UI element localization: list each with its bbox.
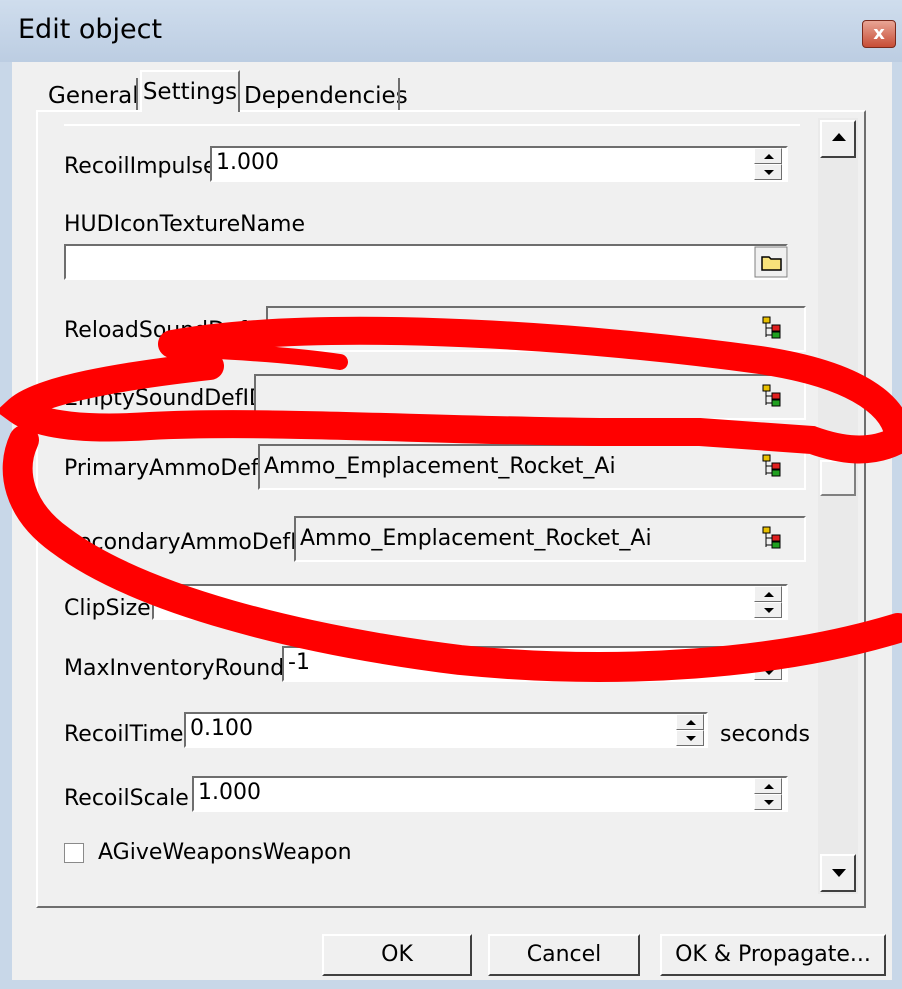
spin-down-button[interactable]	[754, 664, 782, 680]
tab-general[interactable]: General	[48, 78, 139, 112]
max-inventory-label: MaxInventoryRounds	[64, 656, 296, 681]
spin-down-button[interactable]	[754, 164, 782, 180]
tree-picker-icon	[762, 316, 781, 339]
browse-folder-button[interactable]	[754, 246, 788, 278]
scroll-down-button[interactable]	[820, 854, 856, 892]
recoil-time-unit: seconds	[720, 722, 810, 747]
arrow-down-icon	[764, 800, 774, 805]
secondary-ammo-label: SecondaryAmmoDefID	[64, 530, 314, 555]
secondary-ammo-picker[interactable]	[754, 522, 788, 554]
reload-sound-label: ReloadSoundDefID	[64, 318, 270, 343]
tab-divider	[136, 78, 138, 112]
window-title: Edit object	[18, 14, 163, 45]
clip-size-label: ClipSize	[64, 596, 151, 621]
primary-ammo-picker[interactable]	[754, 450, 788, 482]
spin-up-button[interactable]	[754, 148, 782, 164]
cancel-button[interactable]: Cancel	[488, 934, 640, 976]
primary-ammo-label: PrimaryAmmoDefID	[64, 456, 283, 481]
scrollbar-thumb[interactable]	[820, 460, 856, 496]
spin-down-button[interactable]	[676, 730, 704, 746]
vertical-scrollbar[interactable]	[818, 118, 858, 894]
spin-up-button[interactable]	[754, 778, 782, 794]
separator	[64, 124, 800, 126]
secondary-ammo-input[interactable]: Ammo_Emplacement_Rocket_Ai	[294, 516, 806, 562]
arrow-up-icon	[764, 654, 774, 659]
tab-divider	[398, 78, 400, 112]
arrow-up-icon	[764, 154, 774, 159]
recoil-time-input[interactable]: 0.100	[184, 712, 708, 748]
spin-up-button[interactable]	[676, 714, 704, 730]
clip-size-input[interactable]	[152, 584, 788, 620]
tree-picker-icon	[762, 454, 781, 477]
arrow-down-icon	[686, 736, 696, 741]
recoil-scale-label: RecoilScale	[64, 786, 189, 811]
edit-object-window: Edit object x General Settings Dependenc…	[0, 0, 902, 989]
recoil-scale-input[interactable]: 1.000	[192, 776, 788, 812]
spin-down-button[interactable]	[754, 794, 782, 810]
empty-sound-picker[interactable]	[754, 380, 788, 412]
arrow-down-icon	[764, 670, 774, 675]
recoil-time-spinner[interactable]	[676, 714, 704, 746]
hud-icon-input[interactable]	[64, 244, 788, 280]
tab-settings[interactable]: Settings	[140, 70, 240, 112]
arrow-down-icon	[764, 170, 774, 175]
reload-sound-picker[interactable]	[754, 312, 788, 344]
recoil-time-label: RecoilTime	[64, 722, 184, 747]
spin-down-button[interactable]	[754, 602, 782, 618]
folder-icon	[754, 246, 788, 278]
scroll-up-button[interactable]	[820, 120, 856, 158]
empty-sound-input[interactable]	[254, 374, 806, 420]
reload-sound-input[interactable]	[266, 306, 806, 352]
recoil-impulse-label: RecoilImpulse	[64, 154, 217, 179]
recoil-impulse-input[interactable]: 1.000	[210, 146, 788, 182]
recoil-impulse-spinner[interactable]	[754, 148, 782, 180]
tree-picker-icon	[762, 526, 781, 549]
tree-picker-icon	[762, 384, 781, 407]
title-bar[interactable]: Edit object x	[0, 0, 902, 62]
arrow-down-icon	[764, 608, 774, 613]
max-inventory-input[interactable]: -1	[282, 646, 788, 682]
ok-propagate-button[interactable]: OK & Propagate...	[660, 934, 886, 976]
hud-icon-label: HUDIconTextureName	[64, 212, 306, 237]
max-inventory-spinner[interactable]	[754, 648, 782, 680]
arrow-up-icon	[764, 592, 774, 597]
close-icon: x	[873, 23, 885, 44]
close-button[interactable]: x	[862, 20, 896, 48]
spin-up-button[interactable]	[754, 648, 782, 664]
scroll-up-arrow-icon	[832, 133, 846, 141]
recoil-scale-spinner[interactable]	[754, 778, 782, 810]
tab-dependencies[interactable]: Dependencies	[244, 78, 408, 112]
arrow-up-icon	[686, 720, 696, 725]
give-weapons-checkbox[interactable]	[64, 843, 84, 863]
give-weapons-label: AGiveWeaponsWeapon	[98, 840, 352, 865]
empty-sound-label: EmptySoundDefID	[64, 386, 266, 411]
scroll-down-arrow-icon	[832, 869, 846, 877]
ok-button[interactable]: OK	[322, 934, 472, 976]
spin-up-button[interactable]	[754, 586, 782, 602]
primary-ammo-input[interactable]: Ammo_Emplacement_Rocket_Ai	[258, 444, 806, 490]
arrow-up-icon	[764, 784, 774, 789]
clip-size-spinner[interactable]	[754, 586, 782, 618]
